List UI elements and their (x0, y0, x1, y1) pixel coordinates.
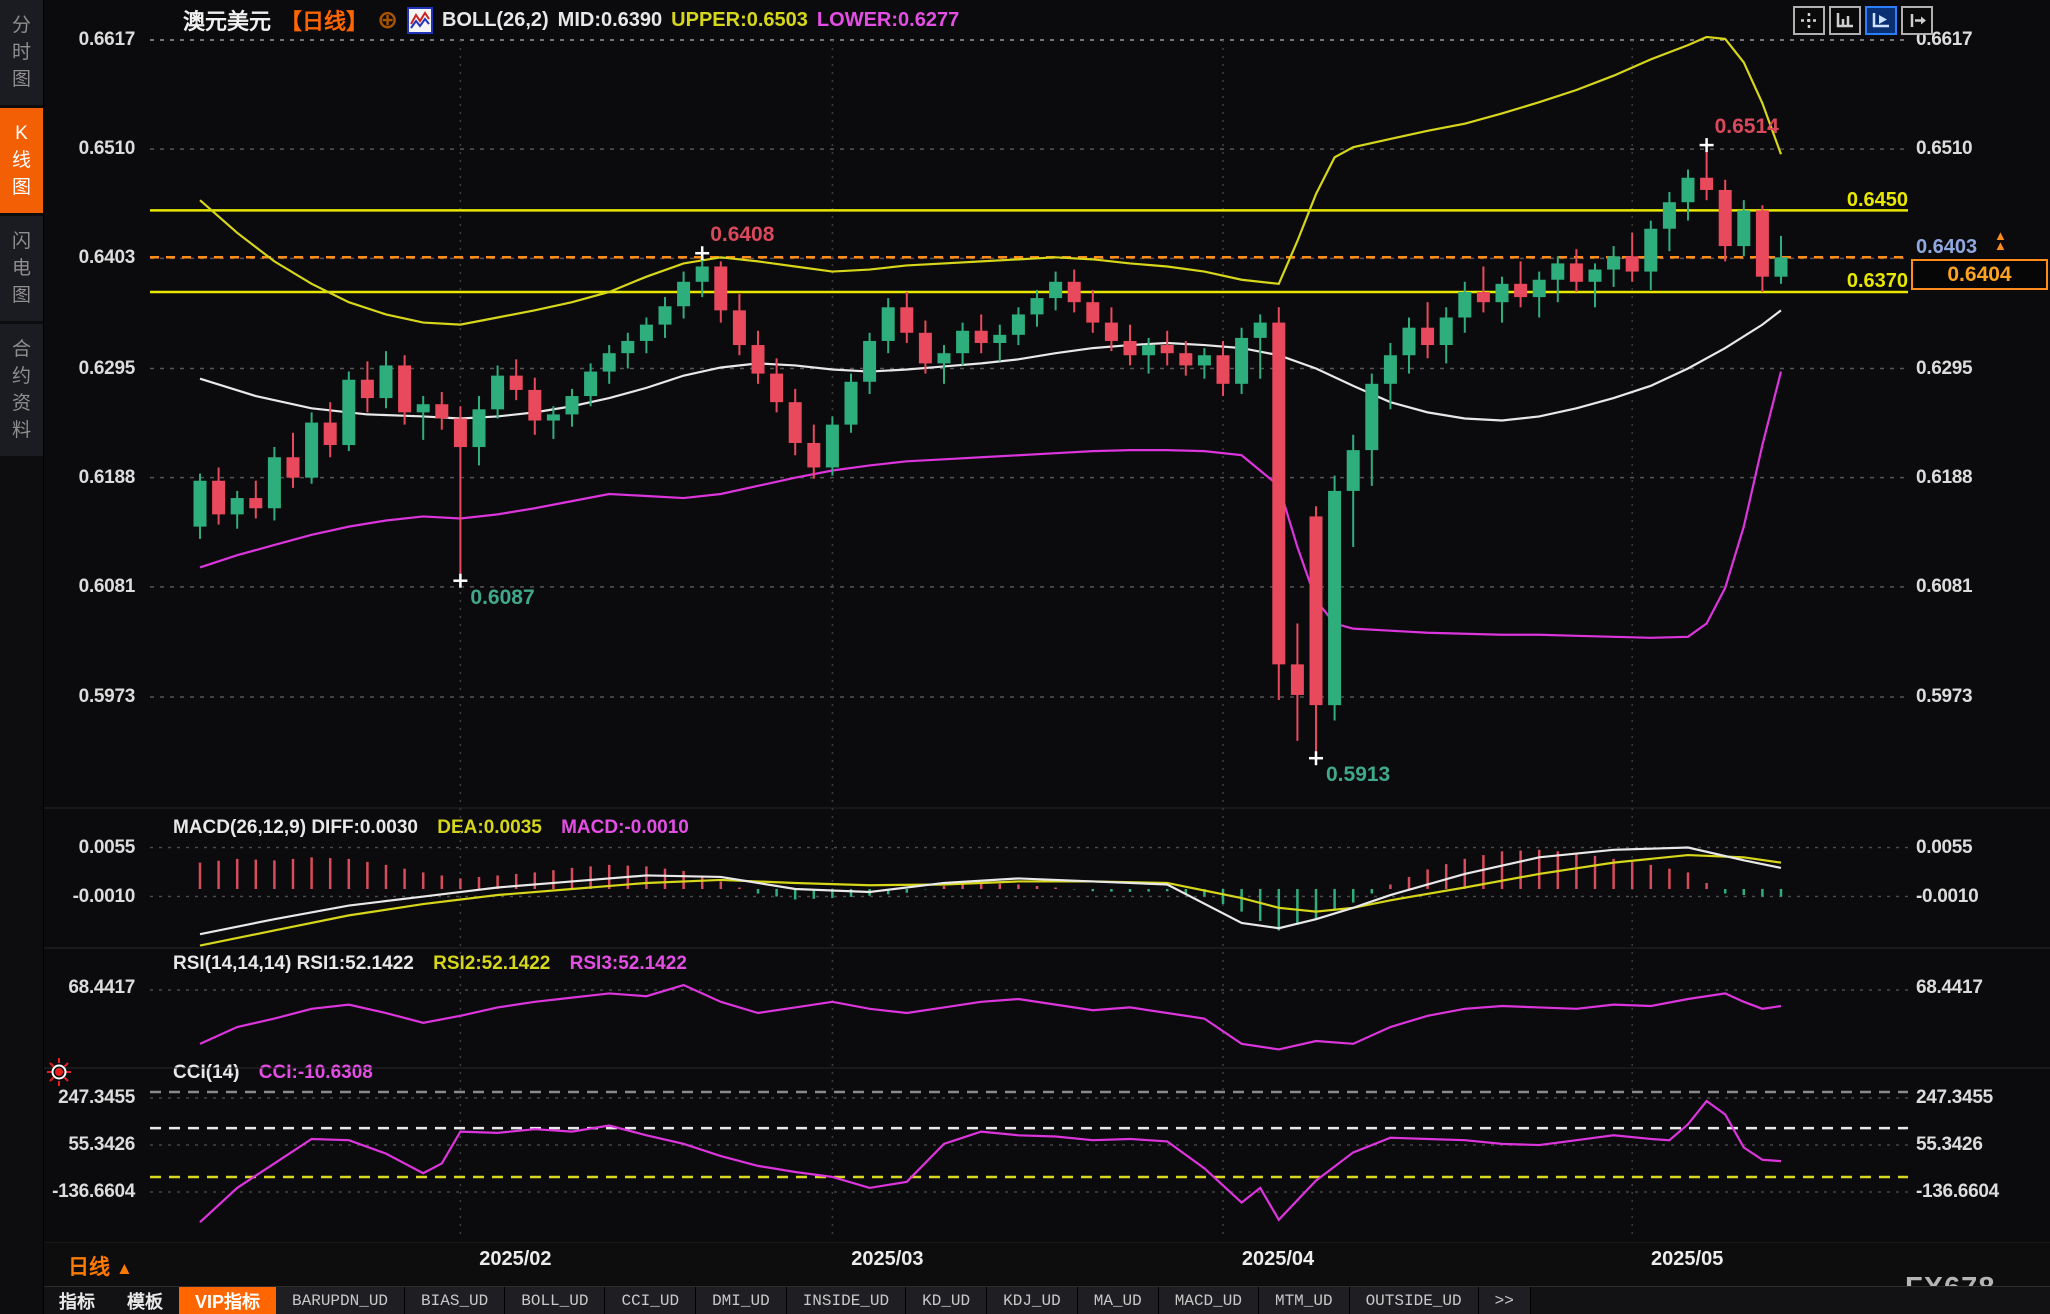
period-selector-label: 日线 (68, 1256, 110, 1279)
bottom-tab-3[interactable]: BARUPDN_UD (276, 1287, 405, 1314)
bottom-tab-10[interactable]: KDJ_UD (987, 1287, 1078, 1314)
bottom-tab-11[interactable]: MA_UD (1078, 1287, 1159, 1314)
bottom-tab-14[interactable]: OUTSIDE_UD (1350, 1287, 1479, 1314)
add-indicator-icon[interactable]: ⊕ (377, 9, 398, 31)
bottom-tab-9[interactable]: KD_UD (906, 1287, 987, 1314)
bottom-tab-7[interactable]: DMI_UD (696, 1287, 787, 1314)
sidebar-item-3[interactable]: 合约资料 (0, 324, 43, 456)
trading-app-window: 0.66170.66170.65100.65100.64030.62950.62… (0, 0, 2050, 1314)
candlestick-chart-canvas[interactable] (0, 0, 2050, 1314)
axis-scale-button[interactable] (1829, 6, 1861, 35)
period-dropdown-arrow: ▲ (116, 1259, 133, 1278)
boll-upper-value: UPPER:0.6503 (671, 9, 808, 32)
alert-blinker-icon[interactable] (44, 1056, 74, 1093)
bottom-tab-5[interactable]: BOLL_UD (505, 1287, 605, 1314)
bottom-tab-2[interactable]: VIP指标 (179, 1287, 276, 1314)
bottom-tab-6[interactable]: CCI_UD (605, 1287, 696, 1314)
sidebar-item-1[interactable]: K线图 (0, 108, 43, 213)
time-axis-row (43, 1243, 2050, 1286)
sidebar-item-0[interactable]: 分时图 (0, 0, 43, 105)
bottom-tab-15[interactable]: >> (1479, 1287, 1531, 1314)
pan-right-button[interactable] (1901, 6, 1933, 35)
auto-play-button[interactable] (1865, 6, 1897, 35)
chart-toolbar (1793, 6, 1933, 35)
bottom-tab-4[interactable]: BIAS_UD (405, 1287, 505, 1314)
indicator-tab-bar: 指标模板VIP指标BARUPDN_UDBIAS_UDBOLL_UDCCI_UDD… (43, 1286, 2050, 1314)
bottom-tab-8[interactable]: INSIDE_UD (787, 1287, 906, 1314)
crosshair-tool-button[interactable] (1793, 6, 1825, 35)
sidebar-item-2[interactable]: 闪电图 (0, 216, 43, 321)
bottom-tab-0[interactable]: 指标 (43, 1287, 111, 1314)
boll-name: BOLL(26,2) (442, 9, 549, 32)
bottom-tab-1[interactable]: 模板 (111, 1287, 179, 1314)
period-selector[interactable]: 日线 ▲ (68, 1251, 133, 1281)
chart-header: 澳元美元 【日线】 ⊕ BOLL(26,2) MID:0.6390 UPPER:… (183, 6, 959, 34)
chart-type-sidebar: 分时图K线图闪电图合约资料 (0, 0, 44, 1314)
bottom-tab-13[interactable]: MTM_UD (1259, 1287, 1350, 1314)
period-badge[interactable]: 【日线】 (280, 4, 368, 36)
boll-mid-value: MID:0.6390 (558, 9, 663, 32)
symbol-name: 澳元美元 (183, 4, 271, 36)
chart-thumbnail-icon[interactable] (407, 7, 433, 34)
boll-lower-value: LOWER:0.6277 (817, 9, 959, 32)
bottom-tab-12[interactable]: MACD_UD (1159, 1287, 1259, 1314)
